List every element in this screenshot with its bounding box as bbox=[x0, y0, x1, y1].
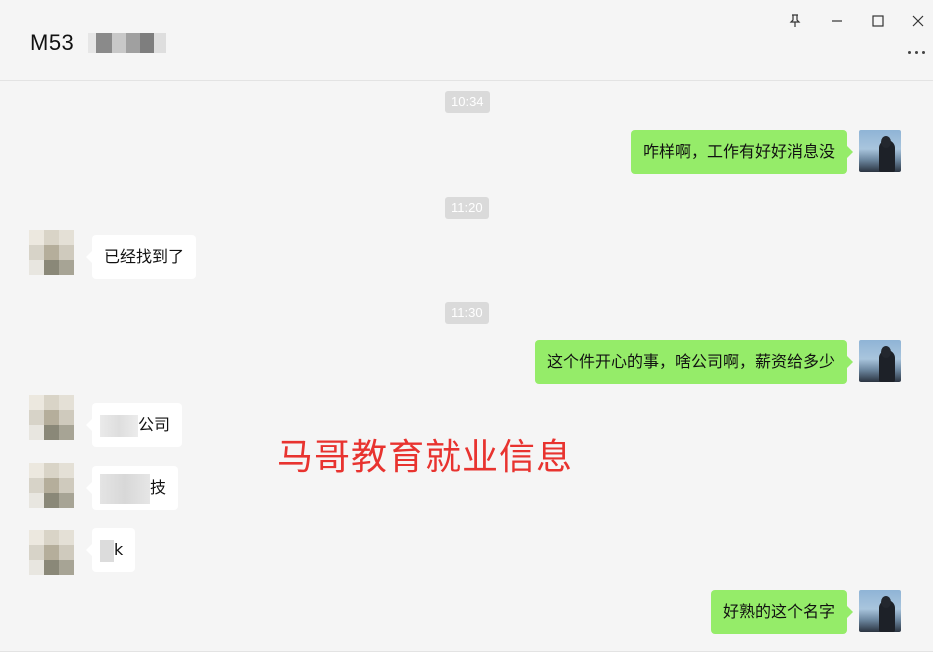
watermark-text: 马哥教育就业信息 bbox=[277, 437, 574, 478]
chat-title: M53 bbox=[30, 30, 75, 55]
message-text: k bbox=[114, 540, 124, 559]
timestamp: 11:30 bbox=[445, 302, 489, 324]
sent-message-bubble[interactable]: 这个件开心的事，啥公司啊，薪资给多少 bbox=[534, 340, 854, 384]
received-message-bubble[interactable]: 技 bbox=[85, 466, 179, 510]
blurred-text bbox=[100, 473, 150, 504]
timestamp: 11:20 bbox=[445, 197, 489, 219]
contact-avatar[interactable] bbox=[29, 463, 74, 508]
maximize-icon[interactable] bbox=[867, 10, 889, 32]
blurred-text bbox=[100, 414, 138, 437]
close-icon[interactable] bbox=[907, 10, 929, 32]
my-avatar[interactable] bbox=[859, 340, 901, 382]
minimize-icon[interactable] bbox=[826, 10, 848, 32]
contact-avatar[interactable] bbox=[29, 530, 74, 575]
received-message-bubble[interactable]: 公司 bbox=[85, 403, 183, 447]
message-text: 公司 bbox=[138, 415, 171, 434]
pin-icon[interactable] bbox=[784, 10, 806, 32]
timestamp: 10:34 bbox=[445, 91, 490, 113]
sent-message-bubble[interactable]: 好熟的这个名字 bbox=[710, 590, 854, 634]
received-message-bubble[interactable]: k bbox=[85, 528, 136, 572]
blurred-text bbox=[100, 539, 114, 562]
contact-avatar[interactable] bbox=[29, 230, 74, 275]
received-message-bubble[interactable]: 已经找到了 bbox=[85, 235, 197, 279]
contact-avatar[interactable] bbox=[29, 395, 74, 440]
input-area-border bbox=[0, 651, 933, 656]
blurred-contact-name bbox=[88, 33, 166, 55]
my-avatar[interactable] bbox=[859, 590, 901, 632]
more-icon[interactable] bbox=[905, 43, 929, 61]
sent-message-bubble[interactable]: 咋样啊，工作有好好消息没 bbox=[630, 130, 854, 174]
chat-header: M53 bbox=[0, 0, 933, 81]
my-avatar[interactable] bbox=[859, 130, 901, 172]
message-text: 技 bbox=[150, 478, 167, 497]
